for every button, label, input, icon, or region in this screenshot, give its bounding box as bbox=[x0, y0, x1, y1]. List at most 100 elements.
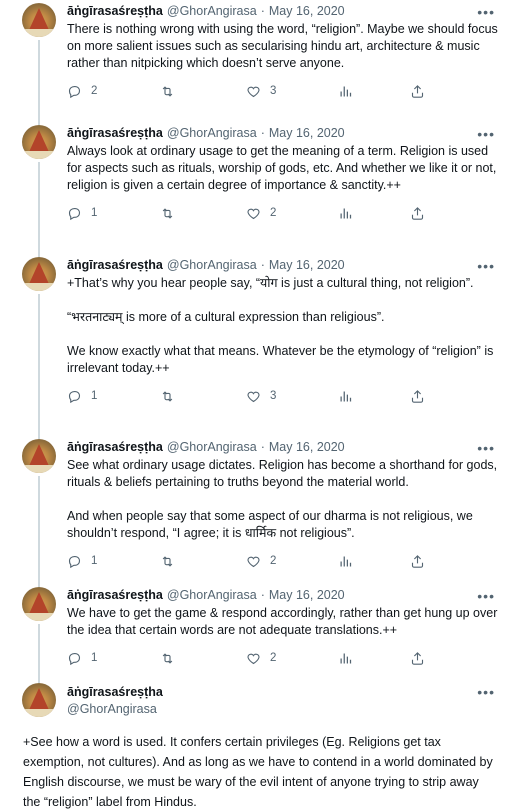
retweet-button[interactable] bbox=[160, 389, 246, 404]
author-handle[interactable]: @GhorAngirasa bbox=[167, 257, 257, 274]
reply-button[interactable]: 1 bbox=[67, 651, 160, 666]
author-handle[interactable]: @GhorAngirasa bbox=[167, 3, 257, 20]
author-handle[interactable]: @GhorAngirasa bbox=[167, 125, 257, 142]
reply-button[interactable]: 1 bbox=[67, 206, 160, 221]
avatar[interactable] bbox=[22, 3, 56, 37]
like-icon bbox=[247, 391, 260, 402]
tweet-date[interactable]: May 16, 2020 bbox=[269, 3, 345, 20]
tweet[interactable]: āṅgīrasaśreṣṭha @GhorAngirasa · May 16, … bbox=[0, 122, 515, 258]
separator: · bbox=[260, 4, 265, 18]
retweet-button[interactable] bbox=[160, 84, 246, 99]
author-handle[interactable]: @GhorAngirasa bbox=[167, 439, 257, 456]
reply-button[interactable]: 1 bbox=[67, 554, 160, 569]
views-button[interactable] bbox=[338, 389, 410, 404]
like-count: 3 bbox=[270, 390, 277, 402]
tweet-date[interactable]: May 16, 2020 bbox=[269, 439, 345, 456]
retweet-icon bbox=[162, 555, 173, 567]
more-icon[interactable]: ••• bbox=[477, 588, 495, 604]
share-icon bbox=[411, 206, 424, 220]
tweet-text: See what ordinary usage dictates. Religi… bbox=[67, 458, 498, 540]
reply-button[interactable]: 2 bbox=[67, 84, 160, 99]
retweet-button[interactable] bbox=[160, 651, 246, 666]
more-icon[interactable]: ••• bbox=[477, 684, 495, 700]
reply-count: 1 bbox=[91, 390, 98, 402]
reply-button[interactable]: 1 bbox=[67, 389, 160, 404]
like-icon bbox=[247, 86, 260, 97]
like-count: 2 bbox=[270, 652, 277, 664]
author-name[interactable]: āṅgīrasaśreṣṭha bbox=[67, 125, 163, 142]
tweet-text: Always look at ordinary usage to get the… bbox=[67, 144, 500, 192]
separator: · bbox=[260, 588, 265, 602]
reply-icon bbox=[68, 652, 81, 665]
like-icon bbox=[247, 556, 260, 567]
like-button[interactable]: 2 bbox=[246, 206, 338, 221]
author-handle[interactable]: @GhorAngirasa bbox=[167, 587, 257, 604]
views-icon bbox=[340, 391, 352, 401]
action-bar: 1 3 bbox=[67, 387, 499, 405]
like-button[interactable]: 3 bbox=[246, 84, 338, 99]
tweet[interactable]: āṅgīrasaśreṣṭha @GhorAngirasa · May 16, … bbox=[0, 584, 515, 684]
views-button[interactable] bbox=[338, 651, 410, 666]
author-name[interactable]: āṅgīrasaśreṣṭha bbox=[67, 587, 163, 604]
tweet-date[interactable]: May 16, 2020 bbox=[269, 125, 345, 142]
author-name[interactable]: āṅgīrasaśreṣṭha bbox=[67, 685, 163, 699]
views-icon bbox=[340, 86, 352, 96]
tweet[interactable]: āṅgīrasaśreṣṭha @GhorAngirasa · May 16, … bbox=[0, 0, 515, 128]
avatar[interactable] bbox=[22, 587, 56, 621]
retweet-icon bbox=[162, 207, 173, 219]
tweet-date[interactable]: May 16, 2020 bbox=[269, 257, 345, 274]
like-button[interactable]: 2 bbox=[246, 554, 338, 569]
author-name[interactable]: āṅgīrasaśreṣṭha bbox=[67, 439, 163, 456]
main-tweet[interactable]: āṅgīrasaśreṣṭha @GhorAngirasa ••• +See h… bbox=[0, 680, 515, 812]
share-icon bbox=[411, 389, 424, 403]
retweet-button[interactable] bbox=[160, 554, 246, 569]
retweet-icon bbox=[162, 85, 173, 97]
separator: · bbox=[260, 126, 265, 140]
separator: · bbox=[260, 440, 265, 454]
tweet-text: We have to get the game & respond accord… bbox=[67, 606, 501, 637]
views-button[interactable] bbox=[338, 554, 410, 569]
reply-icon bbox=[68, 207, 81, 220]
tweet[interactable]: āṅgīrasaśreṣṭha @GhorAngirasa · May 16, … bbox=[0, 436, 515, 588]
share-button[interactable] bbox=[410, 651, 425, 666]
more-icon[interactable]: ••• bbox=[477, 258, 495, 274]
tweet-text: +See how a word is used. It confers cert… bbox=[23, 735, 497, 809]
retweet-button[interactable] bbox=[160, 206, 246, 221]
avatar[interactable] bbox=[22, 439, 56, 473]
avatar[interactable] bbox=[22, 683, 56, 717]
views-icon bbox=[340, 556, 352, 566]
author-name[interactable]: āṅgīrasaśreṣṭha bbox=[67, 3, 163, 20]
tweet-date[interactable]: May 16, 2020 bbox=[269, 587, 345, 604]
share-button[interactable] bbox=[410, 206, 425, 221]
avatar[interactable] bbox=[22, 125, 56, 159]
like-count: 3 bbox=[270, 85, 277, 97]
thread-connector bbox=[38, 624, 40, 684]
tweet[interactable]: āṅgīrasaśreṣṭha @GhorAngirasa · May 16, … bbox=[0, 254, 515, 440]
share-button[interactable] bbox=[410, 554, 425, 569]
share-icon bbox=[411, 651, 424, 665]
thread-connector bbox=[38, 476, 40, 588]
views-button[interactable] bbox=[338, 84, 410, 99]
reply-count: 2 bbox=[91, 85, 98, 97]
author-name[interactable]: āṅgīrasaśreṣṭha bbox=[67, 257, 163, 274]
thread-connector bbox=[38, 294, 40, 440]
thread-connector bbox=[38, 40, 40, 128]
more-icon[interactable]: ••• bbox=[477, 4, 495, 20]
more-icon[interactable]: ••• bbox=[477, 126, 495, 142]
like-button[interactable]: 2 bbox=[246, 651, 338, 666]
share-icon bbox=[411, 554, 424, 568]
views-button[interactable] bbox=[338, 206, 410, 221]
avatar[interactable] bbox=[22, 257, 56, 291]
retweet-icon bbox=[162, 390, 173, 402]
action-bar: 2 3 bbox=[67, 82, 499, 100]
action-bar: 1 2 bbox=[67, 552, 499, 570]
more-icon[interactable]: ••• bbox=[477, 440, 495, 456]
like-button[interactable]: 3 bbox=[246, 389, 338, 404]
reply-count: 1 bbox=[91, 555, 98, 567]
views-icon bbox=[340, 653, 352, 663]
like-count: 2 bbox=[270, 207, 277, 219]
reply-count: 1 bbox=[91, 652, 98, 664]
author-handle[interactable]: @GhorAngirasa bbox=[67, 701, 163, 718]
share-button[interactable] bbox=[410, 389, 425, 404]
share-button[interactable] bbox=[410, 84, 425, 99]
